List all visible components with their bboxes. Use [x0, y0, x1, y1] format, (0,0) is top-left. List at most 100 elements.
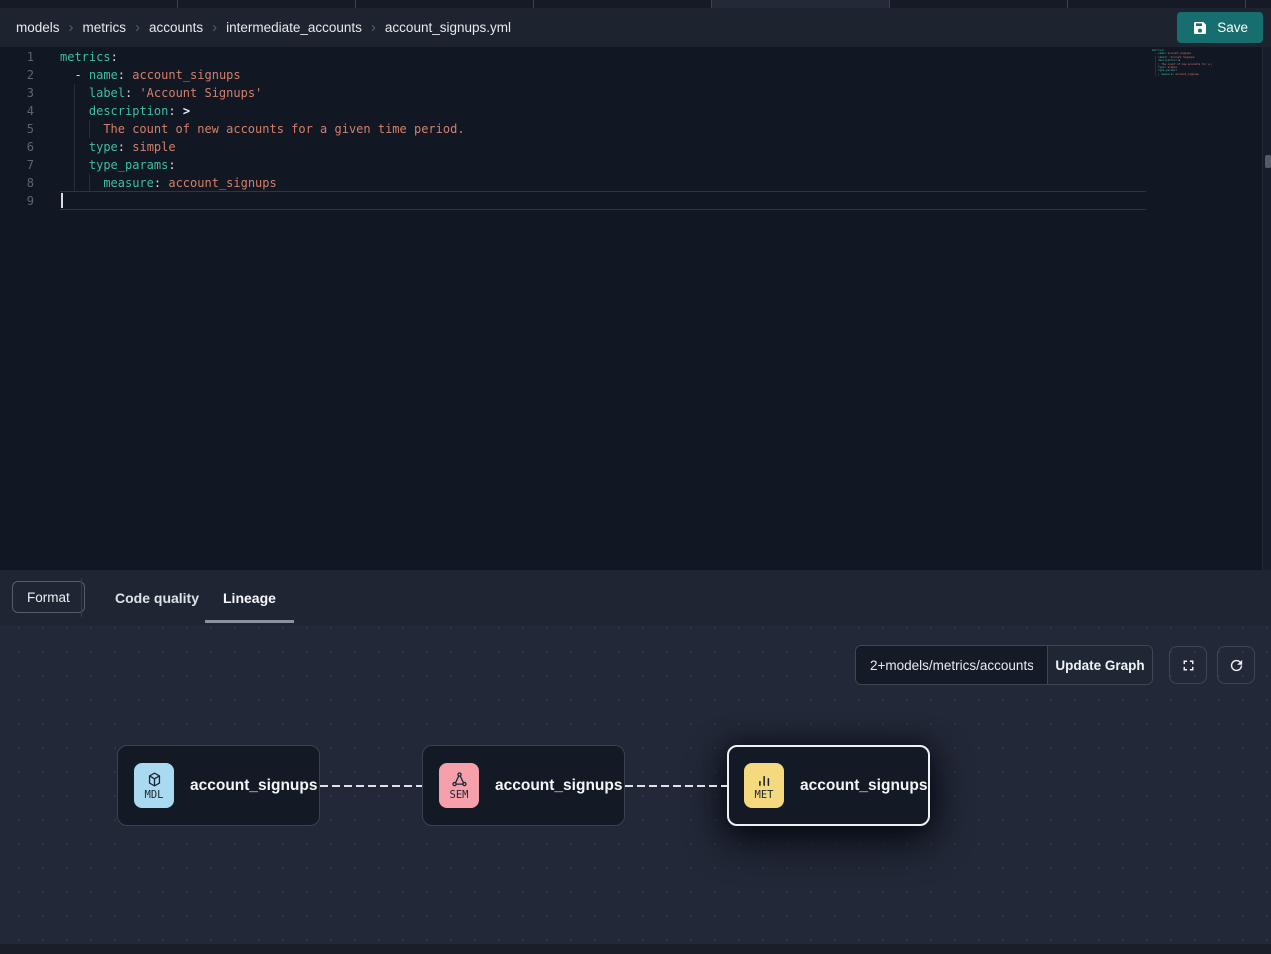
code-token: account_signups [125, 68, 241, 82]
selector-input[interactable] [856, 646, 1047, 684]
top-tab[interactable] [890, 0, 1068, 8]
chevron-right-icon: › [135, 20, 140, 35]
breadcrumb-item[interactable]: metrics [83, 20, 127, 35]
indent-guide [60, 138, 74, 156]
top-tab[interactable] [356, 0, 534, 8]
code-token: : [168, 158, 175, 172]
editor-scrollbar-track[interactable] [1262, 47, 1271, 570]
code-line[interactable]: 6 type: simple [0, 138, 1271, 156]
graph-bottom-strip [0, 944, 1271, 954]
indent-guide [60, 84, 74, 102]
code-token: > [176, 104, 190, 118]
code-text: description: > [60, 102, 190, 120]
code-token: simple [125, 140, 176, 154]
line-number: 8 [0, 174, 34, 192]
indent-guide [74, 102, 88, 120]
indent-guide [60, 174, 74, 192]
breadcrumb-item[interactable]: accounts [149, 20, 203, 35]
code-line[interactable]: 7 type_params: [0, 156, 1271, 174]
line-number: 6 [0, 138, 34, 156]
code-line[interactable]: 5 The count of new accounts for a given … [0, 120, 1271, 138]
code-line[interactable]: 8 measure: account_signups [0, 174, 1271, 192]
line-number: 5 [0, 120, 34, 138]
chevron-right-icon: › [69, 20, 74, 35]
indent-guide [60, 156, 74, 174]
code-token: type [89, 140, 118, 154]
code-token: The count of new accounts for a given ti… [103, 122, 464, 136]
code-token: measure [103, 176, 154, 190]
model-badge-label: MDL [145, 789, 164, 801]
format-button[interactable]: Format [12, 581, 85, 613]
code-line[interactable]: 3 label: 'Account Signups' [0, 84, 1271, 102]
model-badge: MDL [134, 763, 174, 808]
top-tab[interactable] [178, 0, 356, 8]
breadcrumb-item[interactable]: account_signups.yml [385, 20, 511, 35]
metric-node-label: account_signups [800, 777, 927, 795]
chevron-right-icon: › [371, 20, 376, 35]
top-tab[interactable] [1246, 0, 1271, 8]
code-line[interactable]: 2 - name: account_signups [0, 66, 1271, 84]
line-number: 9 [0, 192, 34, 210]
code-text: metrics: [60, 48, 118, 66]
code-token: : [118, 140, 125, 154]
bottom-panel-header: Format Code quality Lineage [0, 570, 1271, 625]
code-text: label: 'Account Signups' [60, 84, 262, 102]
save-icon [1192, 20, 1208, 36]
top-tab[interactable] [0, 0, 178, 8]
indent-guide [89, 174, 103, 192]
indent-guide [60, 66, 74, 84]
indent-guide [60, 120, 74, 138]
line-number: 4 [0, 102, 34, 120]
cube-icon [146, 771, 163, 788]
indent-guide [89, 120, 103, 138]
metric-badge-label: MET [755, 789, 774, 801]
code-line[interactable]: 1 metrics: [0, 48, 1271, 66]
editor-scrollbar-thumb[interactable] [1265, 155, 1271, 168]
code-token: : [111, 50, 118, 64]
code-token: name [89, 68, 118, 82]
code-token: type_params [89, 158, 168, 172]
code-text: - name: account_signups [60, 66, 241, 84]
code-token: 'Account Signups' [132, 86, 262, 100]
lineage-node-semantic-model[interactable]: SEM account_signups [422, 745, 625, 826]
code-token: - [74, 68, 88, 82]
top-tab[interactable] [1068, 0, 1246, 8]
breadcrumb-item[interactable]: intermediate_accounts [226, 20, 362, 35]
breadcrumb: models › metrics › accounts › intermediate_acc… [16, 20, 511, 35]
refresh-icon [1228, 657, 1245, 674]
refresh-button[interactable] [1217, 646, 1255, 684]
fullscreen-icon [1180, 657, 1197, 674]
tab-lineage[interactable]: Lineage [205, 570, 294, 625]
code-text: The count of new accounts for a given ti… [60, 120, 465, 138]
code-line[interactable]: 9 [0, 192, 1271, 210]
code-token: : [118, 68, 125, 82]
lineage-edge [320, 785, 422, 787]
editor-minimap[interactable]: 1metrics:2 - name: account_signups3 labe… [1150, 49, 1212, 85]
lineage-graph-canvas[interactable]: Update Graph MDL account_signups [0, 625, 1271, 954]
indent-guide [74, 84, 88, 102]
model-node-label: account_signups [190, 777, 317, 795]
breadcrumb-item[interactable]: models [16, 20, 60, 35]
line-number: 1 [0, 48, 34, 66]
code-line[interactable]: 4 description: > [0, 102, 1271, 120]
update-graph-button[interactable]: Update Graph [1047, 646, 1152, 684]
code-token: description [89, 104, 168, 118]
lineage-node-model[interactable]: MDL account_signups [117, 745, 320, 826]
code-text [60, 191, 1146, 210]
top-tab[interactable] [712, 0, 890, 8]
indent-guide [74, 174, 88, 192]
code-editor[interactable]: 1 metrics:2 - name: account_signups3 labe… [0, 47, 1271, 570]
lineage-edge [625, 785, 727, 787]
save-button-label: Save [1217, 20, 1248, 35]
code-text: type: simple [60, 138, 176, 156]
save-button[interactable]: Save [1177, 12, 1263, 43]
chevron-right-icon: › [212, 20, 217, 35]
lineage-node-metric[interactable]: MET account_signups [727, 745, 930, 826]
top-tab-strip [0, 0, 1271, 8]
top-tab[interactable] [534, 0, 712, 8]
fullscreen-button[interactable] [1169, 646, 1207, 684]
network-icon [451, 771, 468, 788]
tab-code-quality[interactable]: Code quality [115, 570, 199, 625]
line-number: 3 [0, 84, 34, 102]
selector-group: Update Graph [855, 645, 1153, 685]
